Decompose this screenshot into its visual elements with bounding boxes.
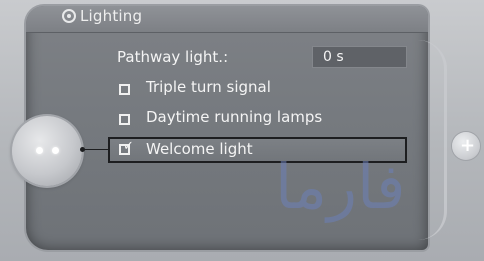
watermark: فارما [275,150,406,223]
page-title: Lighting [80,7,143,25]
checkmark-icon: ✓ [123,139,134,154]
controller-dot-right [52,147,59,154]
controller-pointer-dot [80,147,85,152]
daytime-running-lamps-label[interactable]: Daytime running lamps [146,108,322,126]
idrive-controller-icon[interactable] [12,116,82,186]
pathway-light-label: Pathway light.: [117,48,229,66]
pathway-light-value-field[interactable]: 0 s [312,46,407,68]
zoom-in-button[interactable]: + [452,132,480,160]
display-frame: Lighting Pathway light.: 0 s Triple turn… [0,0,484,261]
lighting-settings-icon [62,9,76,23]
daytime-running-lamps-checkbox[interactable] [119,114,130,125]
triple-turn-signal-label[interactable]: Triple turn signal [146,78,271,96]
controller-pointer-line [82,149,108,150]
welcome-light-checkbox[interactable]: ✓ [119,140,134,155]
scroll-arc [418,40,447,240]
triple-turn-signal-checkbox[interactable] [119,84,130,95]
plus-icon: + [460,135,476,156]
welcome-light-label[interactable]: Welcome light [146,140,253,158]
controller-dot-left [36,147,43,154]
